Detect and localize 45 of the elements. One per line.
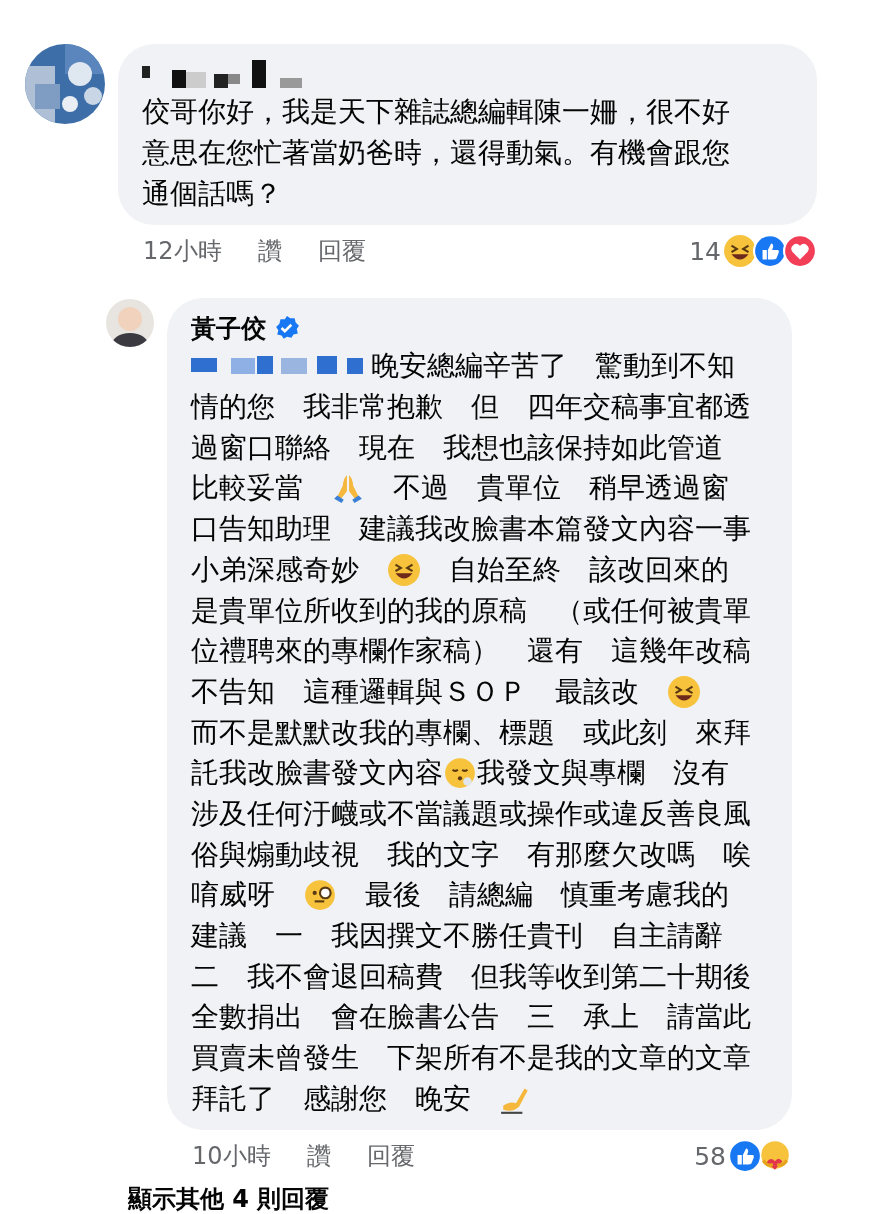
comment-text: 不過 貴單位 稍早透過窗 bbox=[392, 470, 729, 507]
comment-text: 比較妥當 bbox=[191, 470, 304, 507]
comment-text: 俗與煽動歧視 我的文字 有那麼欠改嗎 唉 bbox=[191, 836, 751, 873]
comment-text: 而不是默默改我的專欄、標題 或此刻 來拜 bbox=[191, 714, 751, 751]
avatar[interactable] bbox=[106, 299, 154, 348]
reply-link[interactable]: 回覆 bbox=[317, 235, 366, 268]
like-reaction-icon[interactable] bbox=[728, 1139, 762, 1174]
sighing-face-icon bbox=[443, 756, 477, 791]
comment-text: 買賣未曾發生 下架所有不是我的文章的文章 bbox=[191, 1040, 751, 1077]
comment-text: 位禮聘來的專欄作家稿） 還有 這幾年改稿 bbox=[191, 633, 751, 670]
comment-text: 是貴單位所收到的我的原稿 （或任何被貴單 bbox=[191, 592, 751, 629]
reaction-count[interactable]: 58 bbox=[694, 1141, 726, 1171]
grinning-face-icon bbox=[387, 552, 421, 587]
like-link[interactable]: 讚 bbox=[306, 1140, 331, 1173]
comment-text: 意思在您忙著當奶爸時，還得動氣。有機會跟您 bbox=[142, 135, 730, 172]
comment-time: 12小時 bbox=[143, 236, 222, 268]
comment-text: 不告知 這種邏輯與ＳＯＰ 最該改 bbox=[191, 673, 640, 710]
heart-reaction-icon[interactable] bbox=[783, 234, 817, 269]
comment-text: 最後 請總編 慎重考慮我的 bbox=[364, 877, 729, 914]
comment-text: 我發文與專欄 沒有 bbox=[477, 755, 729, 792]
comment-text: 過窗口聯絡 現在 我想也該保持如此管道 bbox=[191, 429, 723, 466]
comment-text: 涉及任何汙衊或不當議題或操作或違反善良風 bbox=[191, 795, 751, 832]
reaction-count[interactable]: 14 bbox=[689, 236, 721, 266]
comment-text: 自始至終 該改回來的 bbox=[448, 551, 729, 588]
grinning-face-icon bbox=[667, 674, 701, 709]
comment-text: 拜託了 感謝您 晚安 bbox=[191, 1080, 472, 1117]
comment-text: 小弟深感奇妙 bbox=[191, 551, 360, 588]
comment-text: 口告知助理 建議我改臉書本篇發文內容一事 bbox=[191, 511, 751, 548]
comment-text: 建議 一 我因撰文不勝任貴刊 自主請辭 bbox=[191, 918, 723, 955]
more-replies-link[interactable]: 顯示其他 4 則回覆 bbox=[128, 1183, 330, 1214]
like-reaction-icon[interactable] bbox=[753, 234, 787, 269]
reply-link[interactable]: 回覆 bbox=[366, 1140, 415, 1173]
monocle-face-icon bbox=[303, 878, 337, 913]
comment-text: 唷威呀 bbox=[191, 877, 276, 914]
laughing-reaction-icon[interactable] bbox=[723, 234, 757, 269]
author-name[interactable]: 黃子佼 bbox=[191, 311, 266, 345]
comment-text: 通個話嗎？ bbox=[142, 175, 282, 212]
comment-text: 佼哥你好，我是天下雜誌總編輯陳一姍，很不好 bbox=[142, 94, 730, 131]
comment-text: 晚安總編辛苦了 驚動到不知 bbox=[371, 348, 735, 385]
comment-text: 託我改臉書發文內容 bbox=[191, 755, 443, 792]
comment-text: 全數捐出 會在臉書公告 三 承上 請當此 bbox=[191, 999, 751, 1036]
comment-text: 情的您 我非常抱歉 但 四年交稿事宜都透 bbox=[191, 389, 751, 426]
comment-time: 10小時 bbox=[192, 1141, 271, 1173]
like-link[interactable]: 讚 bbox=[257, 235, 282, 268]
comment-text: 二 我不會退回稿費 但我等收到第二十期後 bbox=[191, 958, 751, 995]
